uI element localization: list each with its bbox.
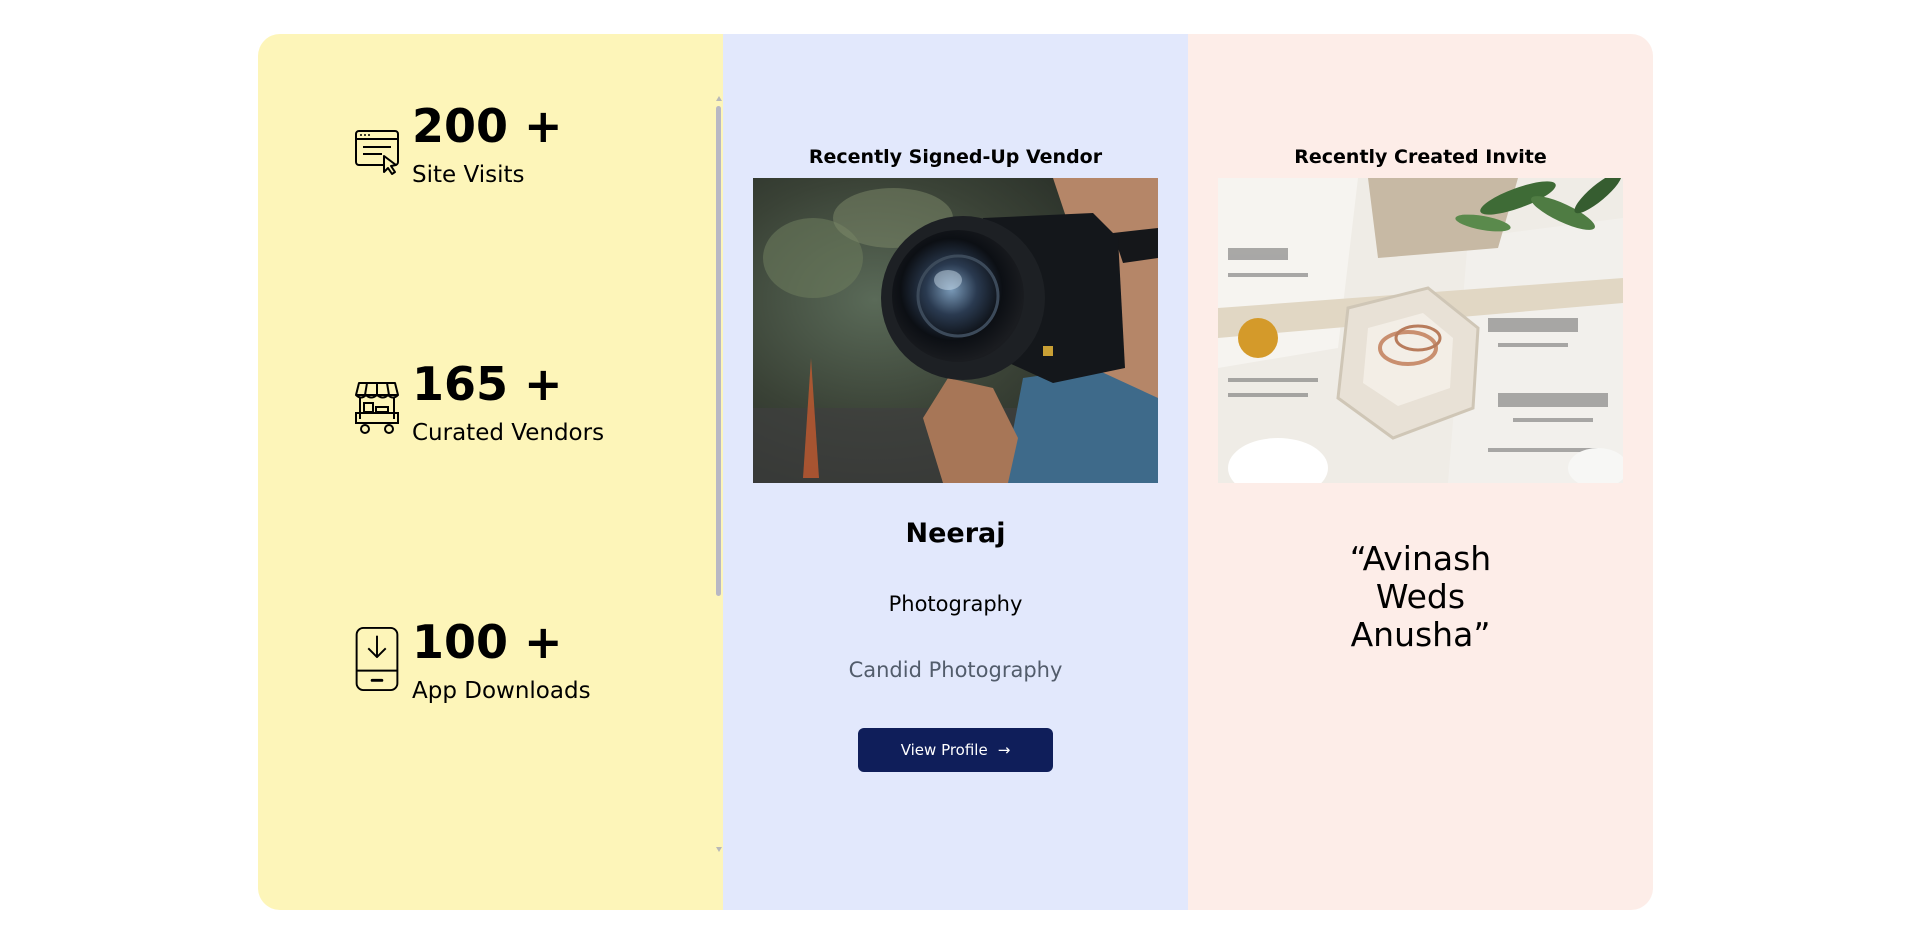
stats-panel: 200 + Site Visits 165 + Curated Vendors <box>258 34 723 910</box>
scroll-down-arrow-icon[interactable] <box>716 847 722 852</box>
browser-cursor-icon <box>355 130 399 175</box>
vendor-photo <box>753 178 1158 483</box>
scrollbar[interactable] <box>715 94 723 854</box>
invite-photo <box>1218 178 1623 483</box>
invite-heading: Recently Created Invite <box>1294 146 1547 168</box>
invite-panel: Recently Created Invite “Avinash Weds An… <box>1188 34 1653 910</box>
dashboard-card: 200 + Site Visits 165 + Curated Vendors <box>258 34 1653 910</box>
scroll-up-arrow-icon[interactable] <box>716 96 722 101</box>
invite-title-line: Anusha” <box>1350 615 1491 654</box>
vendor-name: Neeraj <box>905 518 1006 549</box>
vendor-cart-icon <box>355 382 399 434</box>
stat-label: Site Visits <box>412 162 525 188</box>
invite-title-line: “Avinash <box>1349 539 1492 578</box>
stat-label: App Downloads <box>412 678 591 704</box>
vendor-category: Photography <box>888 592 1023 616</box>
stat-label: Curated Vendors <box>412 420 605 446</box>
phone-download-icon <box>355 626 399 692</box>
vendor-panel: Recently Signed-Up Vendor Neeraj Photogr… <box>723 34 1188 910</box>
invite-title-line: Weds <box>1375 577 1466 616</box>
stat-value: 200 + <box>412 99 563 153</box>
vendor-heading: Recently Signed-Up Vendor <box>808 146 1103 168</box>
view-profile-label: View Profile <box>900 741 988 759</box>
arrow-right-icon: → <box>997 741 1011 759</box>
view-profile-button[interactable]: View Profile → <box>858 728 1053 772</box>
stat-value: 100 + <box>412 615 563 669</box>
scrollbar-thumb[interactable] <box>716 106 721 596</box>
vendor-subcategory: Candid Photography <box>848 658 1063 682</box>
stat-value: 165 + <box>412 357 563 411</box>
invite-title: “Avinash Weds Anusha” <box>1188 540 1653 654</box>
